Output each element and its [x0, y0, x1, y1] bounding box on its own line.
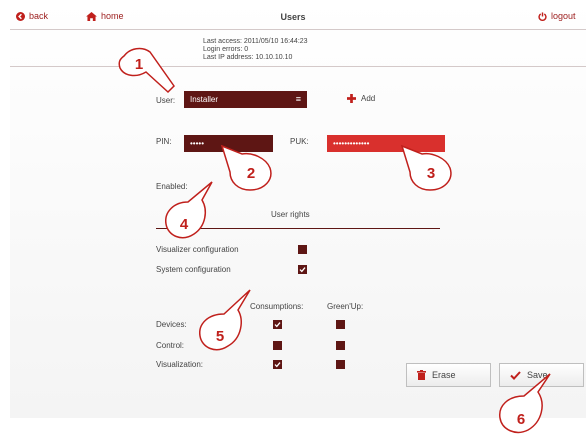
main-panel: [10, 0, 586, 418]
consumptions-column-label: Consumptions:: [250, 302, 304, 311]
check-icon: [274, 322, 281, 328]
devices-label: Devices:: [156, 320, 187, 329]
last-access-text: Last access: 2011/05/10 16:44:23: [203, 38, 308, 45]
check-icon: [299, 267, 306, 273]
user-select-value: Installer: [190, 95, 219, 104]
callout-pointer-2: 2: [220, 144, 272, 191]
check-icon: [274, 362, 281, 368]
access-divider: [10, 66, 586, 67]
devices-greenup-checkbox[interactable]: [336, 320, 345, 329]
callout-number-5: 5: [216, 328, 224, 345]
control-consumptions-checkbox[interactable]: [273, 341, 282, 350]
visualization-greenup-checkbox[interactable]: [336, 360, 345, 369]
devices-consumptions-checkbox[interactable]: [273, 320, 282, 329]
erase-button[interactable]: Erase: [406, 363, 491, 387]
plus-icon: [347, 94, 356, 103]
system-config-checkbox[interactable]: [298, 265, 307, 274]
pin-label: PIN:: [156, 137, 172, 146]
logout-button[interactable]: logout: [538, 11, 576, 21]
access-info: Last access: 2011/05/10 16:44:23 Login e…: [203, 38, 308, 62]
callout-number-1: 1: [135, 56, 143, 73]
system-config-label: System configuration: [156, 265, 231, 274]
user-rights-title: User rights: [271, 210, 310, 219]
add-user-button[interactable]: Add: [347, 94, 375, 103]
power-icon: [538, 11, 547, 21]
top-divider: [10, 29, 586, 30]
puk-value: •••••••••••••: [333, 139, 370, 148]
login-errors-text: Login errors: 0: [203, 46, 249, 53]
add-label: Add: [361, 94, 376, 103]
callout-number-4: 4: [180, 216, 189, 233]
callout-number-3: 3: [427, 165, 435, 182]
callout-pointer-4: 4: [165, 181, 213, 239]
logout-label: logout: [551, 11, 576, 21]
greenup-column-label: Green'Up:: [327, 302, 364, 311]
menu-icon: ≡: [295, 94, 301, 104]
callout-pointer-5: 5: [199, 289, 251, 351]
callout-pointer-3: 3: [400, 144, 452, 191]
control-label: Control:: [156, 341, 185, 350]
erase-label: Erase: [432, 370, 456, 380]
puk-label: PUK:: [290, 137, 309, 146]
pin-value: •••••: [190, 139, 205, 148]
trash-icon: [417, 370, 426, 380]
visualizer-config-checkbox[interactable]: [298, 245, 307, 254]
callout-number-2: 2: [247, 165, 255, 182]
control-greenup-checkbox[interactable]: [336, 341, 345, 350]
callout-pointer-1: 1: [118, 47, 175, 94]
callout-pointer-6: 6: [499, 373, 551, 434]
user-select[interactable]: Installer ≡: [184, 91, 307, 108]
visualization-consumptions-checkbox[interactable]: [273, 360, 282, 369]
callout-number-6: 6: [517, 411, 525, 428]
last-ip-text: Last IP address: 10.10.10.10: [203, 54, 293, 61]
page-title: Users: [280, 12, 306, 22]
